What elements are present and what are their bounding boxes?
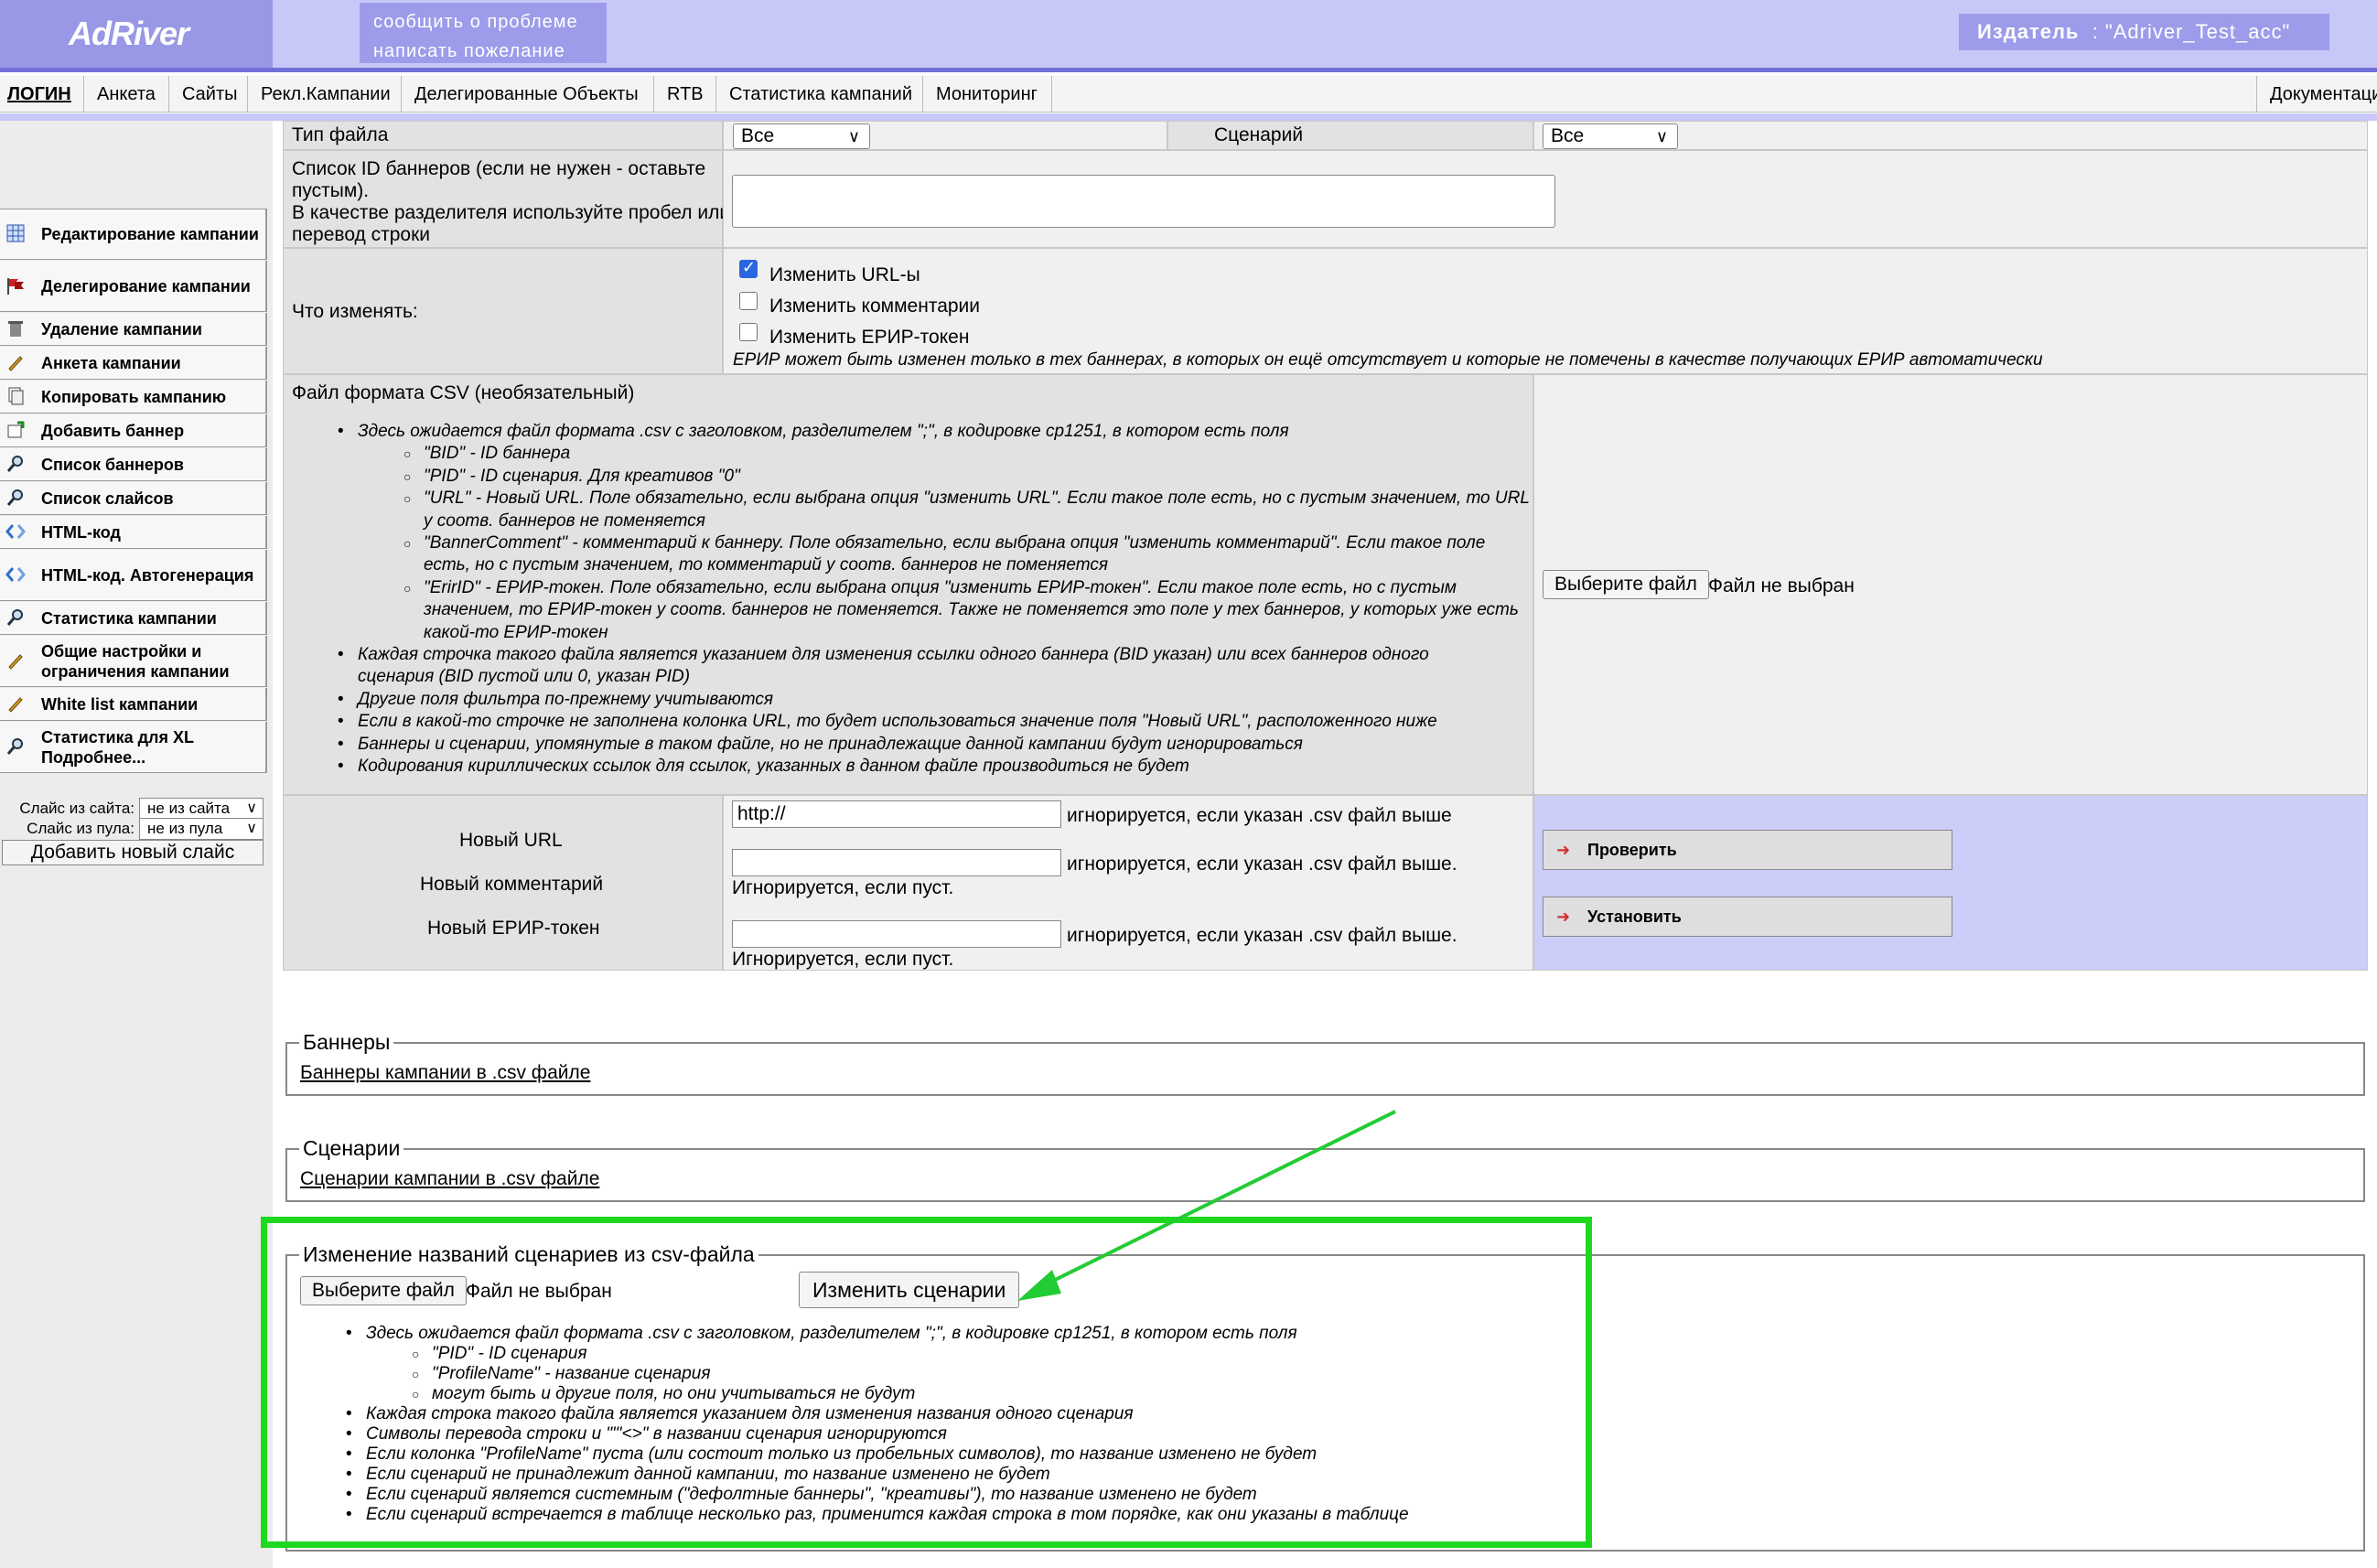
annotation-arrow-icon <box>1017 1110 1396 1301</box>
